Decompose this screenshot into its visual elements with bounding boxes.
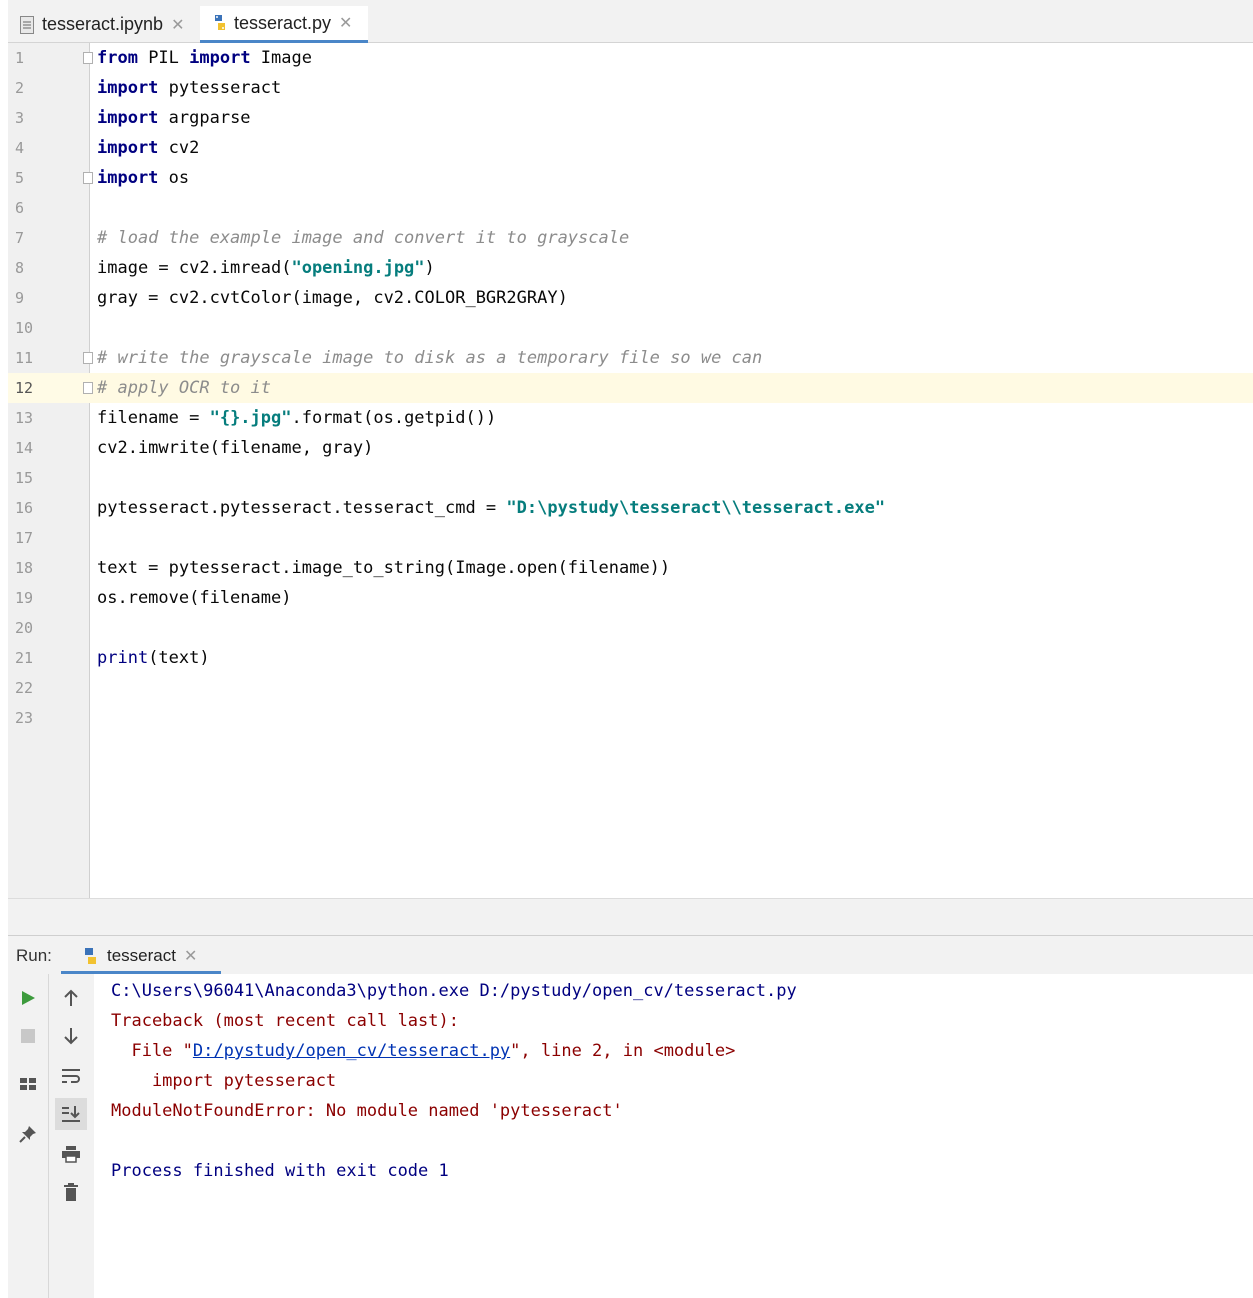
code-line[interactable]: gray = cv2.cvtColor(image, cv2.COLOR_BGR…	[90, 283, 1253, 313]
line-number: 16	[15, 499, 34, 517]
close-icon[interactable]: ✕	[171, 15, 184, 35]
tab-tesseract-py[interactable]: tesseract.py ✕	[200, 6, 368, 43]
console-error-message: ModuleNotFoundError: No module named 'py…	[111, 1101, 623, 1121]
fold-marker-icon[interactable]	[83, 172, 93, 184]
code-line[interactable]: # load the example image and convert it …	[90, 223, 1253, 253]
tab-label: tesseract.ipynb	[42, 14, 164, 34]
console-traceback-file-line: File "D:/pystudy/open_cv/tesseract.py", …	[111, 1036, 735, 1066]
code-line[interactable]	[90, 613, 1253, 643]
line-number: 13	[15, 409, 34, 427]
line-number: 9	[15, 289, 25, 307]
traceback-file-prefix: File "	[111, 1041, 193, 1061]
print-icon[interactable]	[55, 1138, 87, 1170]
run-tab-tesseract[interactable]: tesseract ✕	[61, 940, 221, 974]
run-tab-label: tesseract	[107, 945, 176, 965]
python-file-icon	[81, 947, 99, 965]
run-toolbar-left	[8, 974, 49, 1298]
python-file-icon	[212, 14, 226, 32]
traceback-file-suffix: ", line 2, in <module>	[510, 1041, 736, 1061]
fold-marker-icon[interactable]	[83, 52, 93, 64]
code-line[interactable]: image = cv2.imread("opening.jpg")	[90, 253, 1253, 283]
line-number: 4	[15, 139, 25, 157]
code-line[interactable]: cv2.imwrite(filename, gray)	[90, 433, 1253, 463]
line-number: 11	[15, 349, 34, 367]
code-line[interactable]: import argparse	[90, 103, 1253, 133]
line-number: 23	[15, 709, 34, 727]
code-line[interactable]: pytesseract.pytesseract.tesseract_cmd = …	[90, 493, 1253, 523]
code-line-current[interactable]: # apply OCR to it	[90, 373, 1253, 403]
code-line[interactable]: text = pytesseract.image_to_string(Image…	[90, 553, 1253, 583]
fold-marker-icon[interactable]	[83, 382, 93, 394]
code-line[interactable]: print(text)	[90, 643, 1253, 673]
code-line[interactable]	[90, 523, 1253, 553]
run-toolbar-right	[49, 974, 94, 1298]
line-number: 2	[15, 79, 25, 97]
line-number: 19	[15, 589, 34, 607]
line-number: 5	[15, 169, 25, 187]
console-exit-message: Process finished with exit code 1	[111, 1161, 449, 1181]
line-number: 18	[15, 559, 34, 577]
code-line[interactable]	[90, 463, 1253, 493]
line-number: 6	[15, 199, 25, 217]
panel-divider[interactable]	[8, 898, 1253, 936]
soft-wrap-icon[interactable]	[55, 1060, 87, 1092]
code-line[interactable]: import os	[90, 163, 1253, 193]
run-icon[interactable]	[12, 982, 44, 1014]
line-number: 3	[15, 109, 25, 127]
notebook-file-icon	[20, 15, 34, 34]
console-command-line: C:\Users\96041\Anaconda3\python.exe D:/p…	[111, 981, 797, 1001]
editor-tab-bar: tesseract.ipynb ✕ tesseract.py ✕	[8, 0, 1253, 43]
up-arrow-icon[interactable]	[55, 982, 87, 1014]
code-editor[interactable]: 1 2 3 4 5 6 7 8 9 10 11 12 13 14 15 16 17 18 19 20 21 22 23 fr…	[8, 43, 1253, 898]
code-line[interactable]: import cv2	[90, 133, 1253, 163]
scroll-to-end-icon[interactable]	[55, 1098, 87, 1130]
code-line[interactable]: # write the grayscale image to disk as a…	[90, 343, 1253, 373]
line-number: 21	[15, 649, 34, 667]
close-icon[interactable]: ✕	[184, 946, 197, 966]
line-number: 7	[15, 229, 25, 247]
run-label: Run:	[16, 946, 52, 965]
fold-marker-icon[interactable]	[83, 352, 93, 364]
tab-label: tesseract.py	[234, 12, 332, 33]
line-number: 22	[15, 679, 34, 697]
line-number-gutter: 1 2 3 4 5 6 7 8 9 10 11 12 13 14 15 16 17 18 19 20 21 22 23	[8, 43, 90, 898]
code-line[interactable]	[90, 703, 1253, 733]
code-line[interactable]	[90, 673, 1253, 703]
code-line[interactable]: import pytesseract	[90, 73, 1253, 103]
line-number: 17	[15, 529, 34, 547]
line-number: 12	[8, 373, 90, 403]
tab-tesseract-ipynb[interactable]: tesseract.ipynb ✕	[20, 6, 200, 43]
code-line[interactable]: from PIL import Image	[90, 43, 1253, 73]
line-number: 1	[15, 49, 25, 67]
line-number: 8	[15, 259, 25, 277]
code-area[interactable]: from PIL import Image import pytesseract…	[90, 43, 1253, 898]
run-console-output[interactable]: C:\Users\96041\Anaconda3\python.exe D:/p…	[94, 974, 1253, 1298]
line-number: 20	[15, 619, 34, 637]
layout-icon[interactable]	[12, 1068, 44, 1100]
code-line[interactable]: os.remove(filename)	[90, 583, 1253, 613]
console-traceback-source: import pytesseract	[111, 1071, 337, 1091]
line-number: 14	[15, 439, 34, 457]
line-number: 15	[15, 469, 34, 487]
stop-icon[interactable]	[12, 1020, 44, 1052]
close-icon[interactable]: ✕	[339, 13, 352, 33]
console-traceback-header: Traceback (most recent call last):	[111, 1011, 459, 1031]
traceback-file-link[interactable]: D:/pystudy/open_cv/tesseract.py	[193, 1041, 510, 1061]
pin-icon[interactable]	[12, 1118, 44, 1150]
trash-icon[interactable]	[55, 1176, 87, 1208]
code-line[interactable]	[90, 313, 1253, 343]
code-line[interactable]: filename = "{}.jpg".format(os.getpid())	[90, 403, 1253, 433]
code-line[interactable]	[90, 193, 1253, 223]
line-number: 10	[15, 319, 34, 337]
down-arrow-icon[interactable]	[55, 1020, 87, 1052]
run-tool-window-header: Run: tesseract ✕	[8, 936, 1253, 974]
